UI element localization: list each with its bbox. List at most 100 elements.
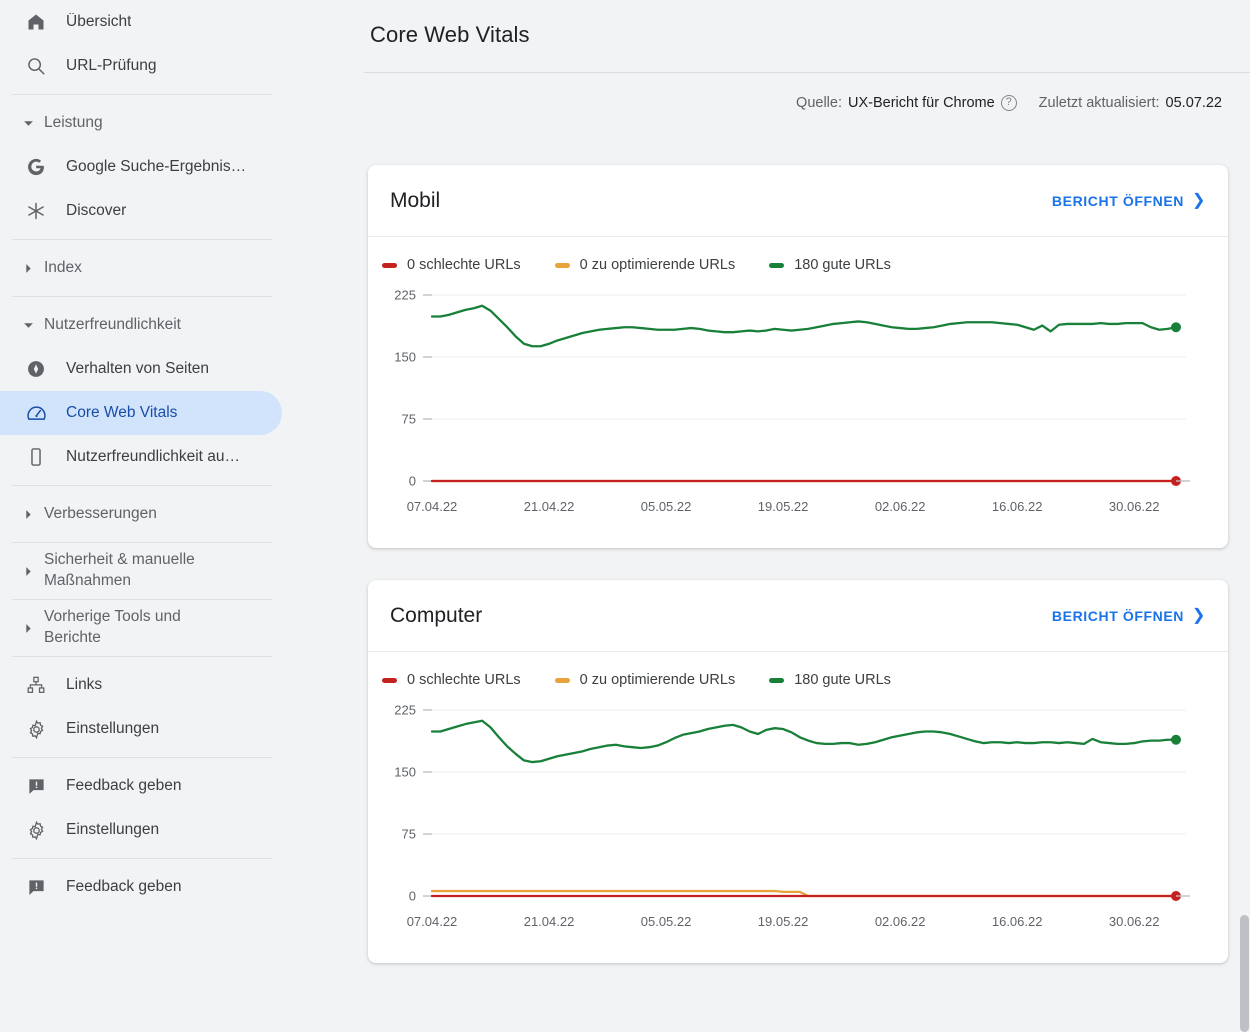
- sidebar-group-leistung[interactable]: Leistung: [0, 101, 290, 145]
- legend-needs-improvement[interactable]: 0 zu optimierende URLs: [555, 257, 736, 273]
- sidebar-item-label: Einstellungen: [66, 821, 159, 839]
- svg-text:0: 0: [409, 889, 416, 904]
- legend-needs-improvement[interactable]: 0 zu optimierende URLs: [555, 672, 736, 688]
- card-mobile: Mobil BERICHT ÖFFNEN ❯ 0 schlechte URLs0…: [368, 165, 1228, 548]
- open-report-label: BERICHT ÖFFNEN: [1052, 193, 1184, 209]
- svg-text:30.06.22: 30.06.22: [1109, 499, 1160, 514]
- svg-text:21.04.22: 21.04.22: [524, 914, 575, 929]
- sidebar-item-einstellungen-2[interactable]: Einstellungen: [0, 808, 290, 852]
- legend-swatch-icon: [769, 678, 784, 683]
- legend-good[interactable]: 180 gute URLs: [769, 257, 891, 273]
- sidebar-item-label: Nutzerfreundlichkeit au…: [66, 448, 240, 466]
- sidebar-divider: [12, 858, 272, 859]
- legend-label: 180 gute URLs: [794, 257, 891, 273]
- sidebar-item-core-web-vitals[interactable]: Core Web Vitals: [0, 391, 282, 435]
- sidebar-item-discover[interactable]: Discover: [0, 189, 290, 233]
- sidebar-item-links[interactable]: Links: [0, 663, 290, 707]
- sidebar-group-nutzerfreundlichkeit[interactable]: Nutzerfreundlichkeit: [0, 303, 290, 347]
- mobile-phone-icon: [24, 445, 48, 469]
- sidebar-divider: [12, 599, 272, 600]
- legend-label: 0 schlechte URLs: [407, 672, 521, 688]
- sidebar-group-label: Vorherige Tools und Berichte: [44, 607, 234, 649]
- search-icon: [24, 54, 48, 78]
- svg-text:19.05.22: 19.05.22: [758, 499, 809, 514]
- legend-swatch-icon: [555, 678, 570, 683]
- card-desktop-title: Computer: [390, 604, 482, 628]
- legend-swatch-icon: [382, 678, 397, 683]
- legend-swatch-icon: [555, 263, 570, 268]
- last-updated-value: 05.07.22: [1166, 95, 1222, 111]
- svg-text:225: 225: [394, 288, 416, 303]
- sidebar-item-url-pruefung[interactable]: URL-Prüfung: [0, 44, 290, 88]
- sidebar-divider: [12, 485, 272, 486]
- svg-text:16.06.22: 16.06.22: [992, 914, 1043, 929]
- svg-text:19.05.22: 19.05.22: [758, 914, 809, 929]
- sidebar-item-label: Verhalten von Seiten: [66, 360, 209, 378]
- sidebar-group-vorherige-tools-und-berichte[interactable]: Vorherige Tools und Berichte: [0, 606, 290, 650]
- feedback-icon: [24, 774, 48, 798]
- sidebar-group-verbesserungen[interactable]: Verbesserungen: [0, 492, 290, 536]
- chart-mobile: 07515022507.04.2221.04.2205.05.2219.05.2…: [368, 279, 1228, 529]
- legend-label: 180 gute URLs: [794, 672, 891, 688]
- sidebar-item-google-suche-ergebnisse[interactable]: Google Suche-Ergebnis…: [0, 145, 290, 189]
- chevron-right-icon: [18, 566, 38, 577]
- sidebar-item-feedback-geben[interactable]: Feedback geben: [0, 764, 290, 808]
- sidebar-group-label: Index: [44, 258, 82, 279]
- svg-text:05.05.22: 05.05.22: [641, 499, 692, 514]
- vertical-scrollbar[interactable]: [1238, 915, 1250, 1032]
- header-divider: [364, 72, 1250, 73]
- gear-icon: [24, 717, 48, 741]
- sidebar-divider: [12, 542, 272, 543]
- main-content: Core Web Vitals Quelle: UX-Bericht für C…: [290, 0, 1250, 1032]
- sidebar-group-label: Sicherheit & manuelle Maßnahmen: [44, 550, 234, 592]
- sidebar-item-nutzerfreundlichkeit-auf-mobilgeraeten[interactable]: Nutzerfreundlichkeit au…: [0, 435, 290, 479]
- scrollbar-thumb[interactable]: [1240, 915, 1249, 1032]
- source-value: UX-Bericht für Chrome: [848, 95, 995, 111]
- legend-label: 0 schlechte URLs: [407, 257, 521, 273]
- open-report-button-desktop[interactable]: BERICHT ÖFFNEN ❯: [1052, 608, 1206, 624]
- last-updated-label: Zuletzt aktualisiert:: [1039, 95, 1160, 111]
- last-updated-meta: Zuletzt aktualisiert: 05.07.22: [1039, 95, 1222, 111]
- sidebar-item-uebersicht[interactable]: Übersicht: [0, 0, 290, 44]
- help-circle-icon[interactable]: ?: [1001, 95, 1017, 111]
- chevron-down-icon: [18, 320, 38, 331]
- gear-icon: [24, 818, 48, 842]
- sidebar: Übersicht URL-Prüfung Leistung Google Suche…: [0, 0, 290, 1032]
- sidebar-item-label: Feedback geben: [66, 878, 181, 896]
- home-icon: [24, 10, 48, 34]
- svg-text:21.04.22: 21.04.22: [524, 499, 575, 514]
- sidebar-item-verhalten-von-seiten[interactable]: Verhalten von Seiten: [0, 347, 290, 391]
- sidebar-item-label: Übersicht: [66, 13, 131, 31]
- sidebar-divider: [12, 296, 272, 297]
- legend-desktop: 0 schlechte URLs 0 zu optimierende URLs 18…: [368, 652, 1228, 688]
- sidebar-item-label: URL-Prüfung: [66, 57, 156, 75]
- sidebar-item-feedback-geben-2[interactable]: Feedback geben: [0, 865, 290, 909]
- sidebar-group-index[interactable]: Index: [0, 246, 290, 290]
- open-report-button-mobile[interactable]: BERICHT ÖFFNEN ❯: [1052, 193, 1206, 209]
- page-experience-icon: [24, 357, 48, 381]
- svg-text:16.06.22: 16.06.22: [992, 499, 1043, 514]
- chevron-down-icon: [18, 118, 38, 129]
- legend-good[interactable]: 180 gute URLs: [769, 672, 891, 688]
- sidebar-group-label: Verbesserungen: [44, 504, 157, 525]
- sidebar-divider: [12, 656, 272, 657]
- discover-asterisk-icon: [24, 199, 48, 223]
- source-label: Quelle:: [796, 95, 842, 111]
- page-title: Core Web Vitals: [370, 22, 530, 48]
- svg-text:05.05.22: 05.05.22: [641, 914, 692, 929]
- svg-text:0: 0: [409, 474, 416, 489]
- legend-bad[interactable]: 0 schlechte URLs: [382, 672, 521, 688]
- svg-text:225: 225: [394, 703, 416, 718]
- sidebar-divider: [12, 94, 272, 95]
- card-desktop-header: Computer BERICHT ÖFFNEN ❯: [368, 580, 1228, 652]
- legend-bad[interactable]: 0 schlechte URLs: [382, 257, 521, 273]
- links-sitemap-icon: [24, 673, 48, 697]
- sidebar-group-label: Leistung: [44, 113, 103, 134]
- legend-label: 0 zu optimierende URLs: [580, 672, 736, 688]
- sidebar-item-label: Links: [66, 676, 102, 694]
- svg-text:75: 75: [402, 412, 416, 427]
- sidebar-item-einstellungen[interactable]: Einstellungen: [0, 707, 290, 751]
- google-g-icon: [24, 155, 48, 179]
- legend-swatch-icon: [382, 263, 397, 268]
- sidebar-group-sicherheit-manuelle-massnahmen[interactable]: Sicherheit & manuelle Maßnahmen: [0, 549, 290, 593]
